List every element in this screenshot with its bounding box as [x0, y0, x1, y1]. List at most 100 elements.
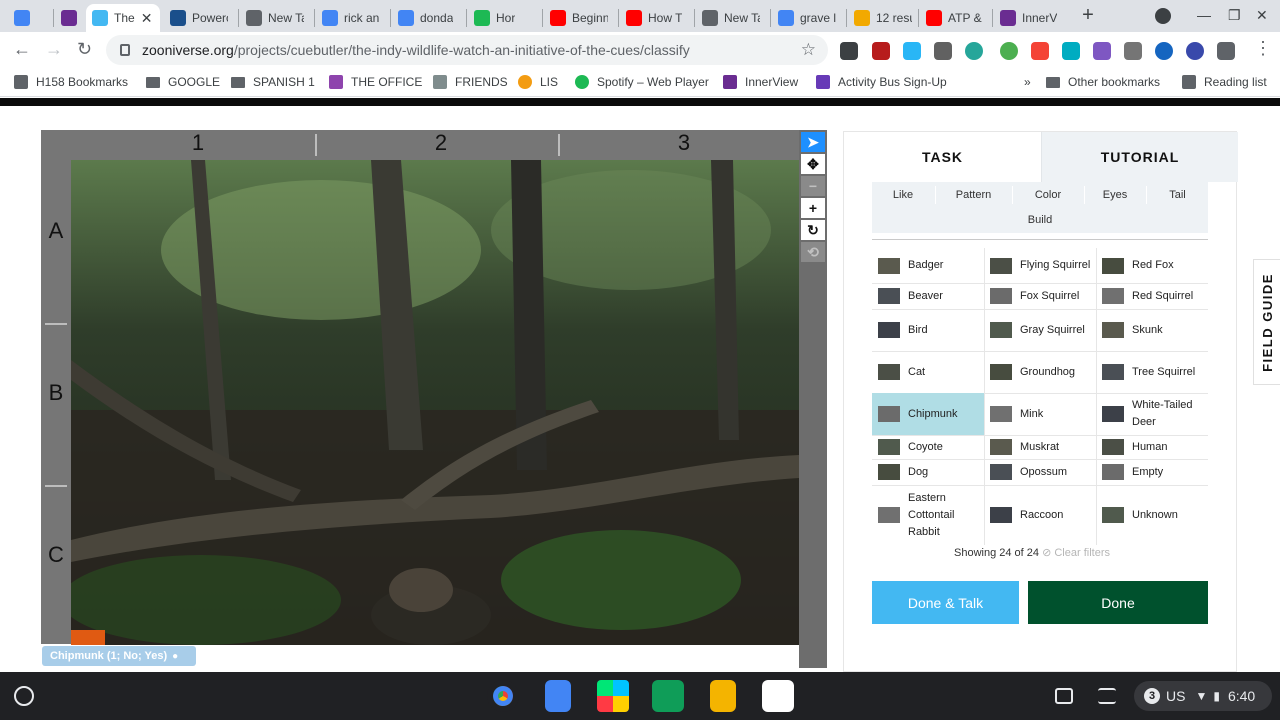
filter-eyes[interactable]: Eyes [1085, 182, 1145, 207]
browser-tab[interactable]: Powerc [164, 4, 234, 32]
camera-trap-image[interactable] [71, 160, 799, 645]
choice-human[interactable]: Human [1096, 435, 1208, 459]
choice-coyote[interactable]: Coyote [872, 435, 984, 459]
bookmark-item[interactable]: Activity Bus Sign-Up [816, 75, 947, 89]
reset-view-icon[interactable]: ⟲ [801, 242, 825, 262]
browser-tab[interactable]: New Ta [240, 4, 310, 32]
more-bookmarks-button[interactable]: » [1024, 75, 1031, 89]
browser-tab[interactable]: InnerV [994, 4, 1066, 32]
chrome-app-icon[interactable] [487, 680, 519, 712]
browser-tab[interactable]: New Ta [696, 4, 766, 32]
tab-search-icon[interactable] [1155, 8, 1171, 24]
bookmark-item[interactable]: Spotify – Web Player [575, 75, 709, 89]
tab-task[interactable]: TASK [844, 132, 1041, 182]
more-menu-icon[interactable]: ⋮ [1254, 38, 1272, 59]
bookmark-item[interactable]: H158 Bookmarks [14, 75, 128, 89]
choice-beaver[interactable]: Beaver [872, 283, 984, 309]
google-docs-app-icon[interactable] [545, 680, 571, 712]
launcher-icon[interactable] [14, 686, 34, 706]
extension-icon[interactable] [1062, 42, 1080, 60]
bookmark-item[interactable]: THE OFFICE [329, 75, 422, 89]
address-bar[interactable]: zooniverse.org/projects/cuebutler/the-in… [106, 35, 828, 65]
reload-icon[interactable]: ↻ [77, 39, 92, 60]
bookmark-item[interactable]: GOOGLE [146, 75, 220, 89]
browser-tab[interactable]: grave l [772, 4, 842, 32]
eye-toggle-icon[interactable] [71, 630, 105, 645]
browser-tab[interactable]: Beginn [544, 4, 614, 32]
extension-icon[interactable] [1000, 42, 1018, 60]
status-tray[interactable]: 3 US ▼ ▮ 6:40 [1134, 681, 1272, 711]
zoom-in-icon[interactable]: + [801, 198, 825, 218]
browser-tab[interactable]: How T [620, 4, 690, 32]
new-tab-button[interactable]: + [1077, 5, 1099, 27]
choice-raccoon[interactable]: Raccoon [984, 485, 1096, 545]
play-store-app-icon[interactable] [597, 680, 629, 712]
extension-icon[interactable] [872, 42, 890, 60]
choice-gray-squirrel[interactable]: Gray Squirrel [984, 309, 1096, 351]
bookmark-item[interactable]: Reading list [1182, 75, 1267, 89]
choice-opossum[interactable]: Opossum [984, 459, 1096, 485]
browser-tab[interactable]: The ✕ [86, 4, 160, 32]
choice-fox-squirrel[interactable]: Fox Squirrel [984, 283, 1096, 309]
extension-icon[interactable] [840, 42, 858, 60]
google-classroom-app-icon[interactable] [652, 680, 684, 712]
extension-icon[interactable] [1155, 42, 1173, 60]
selection-tag-icon[interactable]: ● [172, 651, 178, 662]
maximize-icon[interactable]: ❐ [1228, 7, 1241, 24]
choice-tree-squirrel[interactable]: Tree Squirrel [1096, 351, 1208, 393]
extension-icon[interactable] [1124, 42, 1142, 60]
filter-build[interactable]: Build [872, 207, 1208, 232]
browser-tab[interactable]: ATP & [920, 4, 990, 32]
zoom-out-icon[interactable]: − [801, 176, 825, 196]
screen-capture-icon[interactable] [1055, 688, 1073, 704]
done-button[interactable]: Done [1028, 581, 1208, 624]
choice-badger[interactable]: Badger [872, 248, 984, 283]
choice-eastern-cottontail-rabbit[interactable]: Eastern Cottontail Rabbit [872, 485, 984, 545]
filter-like[interactable]: Like [872, 182, 934, 207]
extensions-puzzle-icon[interactable] [1217, 42, 1235, 60]
choice-flying-squirrel[interactable]: Flying Squirrel [984, 248, 1096, 283]
tab-tutorial[interactable]: TUTORIAL [1041, 132, 1238, 182]
back-icon[interactable]: ← [13, 39, 31, 60]
bookmark-item[interactable]: FRIENDS [433, 75, 508, 89]
bookmark-item[interactable]: Other bookmarks [1046, 75, 1160, 89]
extension-icon[interactable] [1031, 42, 1049, 60]
choice-chipmunk[interactable]: Chipmunk [872, 393, 984, 435]
browser-tab[interactable] [8, 4, 38, 32]
bookmark-star-icon[interactable]: ☆ [801, 40, 816, 60]
bookmark-item[interactable]: SPANISH 1 [231, 75, 315, 89]
filter-tail[interactable]: Tail [1147, 182, 1208, 207]
choice-muskrat[interactable]: Muskrat [984, 435, 1096, 459]
bookmark-item[interactable]: LIS [518, 75, 558, 89]
annotate-pointer-icon[interactable]: ➤ [801, 132, 825, 152]
browser-tab[interactable]: donda [392, 4, 462, 32]
minimize-icon[interactable]: — [1197, 7, 1211, 23]
choice-unknown[interactable]: Unknown [1096, 485, 1208, 545]
forward-icon[interactable]: → [45, 39, 63, 60]
done-and-talk-button[interactable]: Done & Talk [872, 581, 1019, 624]
choice-groundhog[interactable]: Groundhog [984, 351, 1096, 393]
choice-bird[interactable]: Bird [872, 309, 984, 351]
close-window-icon[interactable]: ✕ [1256, 7, 1268, 24]
choice-red-fox[interactable]: Red Fox [1096, 248, 1208, 283]
rotate-icon[interactable]: ↻ [801, 220, 825, 240]
choice-empty[interactable]: Empty [1096, 459, 1208, 485]
gmail-app-icon[interactable] [762, 680, 794, 712]
pan-move-icon[interactable]: ✥ [801, 154, 825, 174]
extension-icon[interactable] [934, 42, 952, 60]
extension-icon[interactable] [965, 42, 983, 60]
filter-pattern[interactable]: Pattern [936, 182, 1011, 207]
choice-dog[interactable]: Dog [872, 459, 984, 485]
browser-tab[interactable]: Hor [468, 4, 538, 32]
extension-icon[interactable] [1186, 42, 1204, 60]
choice-skunk[interactable]: Skunk [1096, 309, 1208, 351]
extension-icon[interactable] [1093, 42, 1111, 60]
filter-color[interactable]: Color [1013, 182, 1083, 207]
selection-tag[interactable]: Chipmunk (1; No; Yes) ● [42, 646, 196, 666]
choice-red-squirrel[interactable]: Red Squirrel [1096, 283, 1208, 309]
browser-tab[interactable]: rick an [316, 4, 386, 32]
choice-cat[interactable]: Cat [872, 351, 984, 393]
close-tab-icon[interactable]: ✕ [141, 10, 153, 27]
choice-mink[interactable]: Mink [984, 393, 1096, 435]
extension-icon[interactable] [903, 42, 921, 60]
